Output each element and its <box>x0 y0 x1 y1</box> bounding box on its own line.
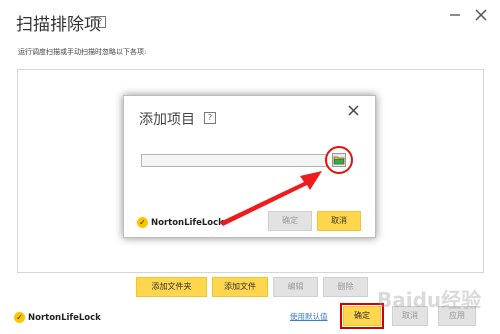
brand-logo-text: NortonLifeLock <box>28 312 101 323</box>
path-input[interactable] <box>141 154 327 167</box>
edit-button[interactable]: 编辑 <box>273 277 318 297</box>
close-icon[interactable] <box>474 8 488 22</box>
check-badge-icon: ✓ <box>14 312 25 323</box>
check-badge-icon: ✓ <box>137 217 148 228</box>
add-file-button[interactable]: 添加文件 <box>212 277 268 297</box>
add-folder-button[interactable]: 添加文件夹 <box>136 277 207 297</box>
browse-highlight-circle <box>325 146 353 174</box>
add-item-dialog: 添加项目 ? ✓ NortonLifeLock 确定 取消 <box>123 95 376 238</box>
watermark: Baidu经验 <box>377 288 482 312</box>
dialog-ok-button[interactable]: 确定 <box>268 211 312 231</box>
page-title: 扫描排除项 <box>16 15 101 35</box>
use-defaults-link[interactable]: 使用默认值 <box>290 311 328 322</box>
help-icon[interactable]: ? <box>204 112 216 124</box>
brand-logo: ✓ NortonLifeLock <box>14 312 101 323</box>
dialog-title: 添加项目 <box>139 112 195 128</box>
delete-button[interactable]: 删除 <box>323 277 368 297</box>
minimize-icon[interactable] <box>449 9 461 21</box>
brand-logo: ✓ NortonLifeLock <box>137 217 224 228</box>
dialog-cancel-button[interactable]: 取消 <box>317 211 361 231</box>
description-text: 运行调度扫描或手动扫描时忽略以下各项: <box>18 48 147 56</box>
close-icon[interactable] <box>348 105 359 116</box>
brand-logo-text: NortonLifeLock <box>151 217 224 228</box>
help-icon[interactable]: ? <box>94 16 106 28</box>
